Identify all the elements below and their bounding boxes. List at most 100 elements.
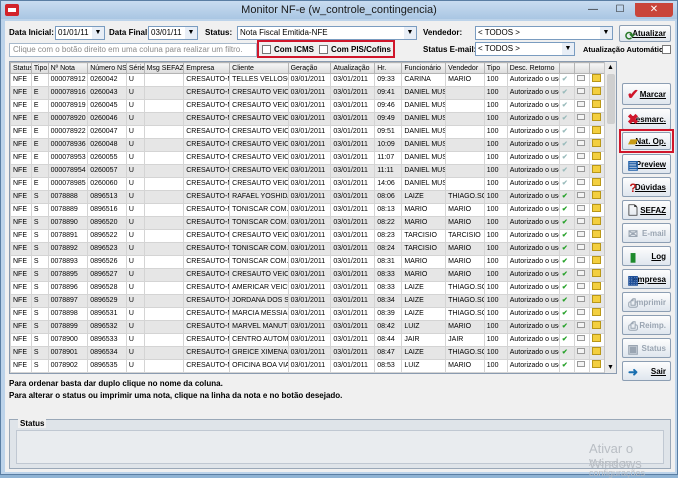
desmarcar-button[interactable]: ✖ Desmarc.	[622, 108, 671, 130]
check-icon[interactable]: ✔	[558, 203, 575, 217]
check-icon[interactable]: ✔	[558, 138, 575, 152]
status-button[interactable]: ▣ Status	[622, 338, 671, 358]
sair-button[interactable]: ➜ Sair	[622, 361, 671, 381]
table-row[interactable]: NFE S 0078891 0896522 U CRESAUTO-M CRESAUTO VE…	[10, 229, 606, 243]
preview-mini-icon[interactable]	[573, 320, 591, 334]
data-inicial-input[interactable]: 01/01/11 ▼	[55, 26, 105, 40]
column-header[interactable]: Empresa	[183, 62, 231, 74]
close-button[interactable]: ✕	[635, 3, 673, 17]
check-icon[interactable]: ✔	[558, 112, 575, 126]
check-icon[interactable]: ✔	[558, 372, 575, 373]
check-icon[interactable]: ✔	[558, 99, 575, 113]
scroll-thumb[interactable]	[607, 74, 615, 124]
table-row[interactable]: NFE S 0078896 0896528 U CRESAUTO-M AMERICAR VE…	[10, 281, 606, 295]
check-icon[interactable]: ✔	[558, 73, 575, 87]
table-row[interactable]: NFE E 000078985 0260060 U CRESAUTO-M CRESAUTO …	[10, 177, 606, 191]
preview-mini-icon[interactable]	[573, 151, 591, 165]
check-icon[interactable]: ✔	[558, 359, 575, 373]
preview-mini-icon[interactable]	[573, 346, 591, 360]
column-header[interactable]: Desc. Retorno	[506, 62, 560, 74]
column-header[interactable]: Atualização	[330, 62, 376, 74]
status-select[interactable]: Nota Fiscal Emitida-NFE ▼	[237, 26, 417, 40]
check-icon[interactable]: ✔	[558, 151, 575, 165]
table-row[interactable]: NFE S 0078900 0896533 U CRESAUTO-M CENTRO AUTO…	[10, 333, 606, 347]
preview-mini-icon[interactable]	[573, 86, 591, 100]
table-row[interactable]: NFE E 000078912 0260042 U CRESAUTO-M TELLES VE…	[10, 73, 606, 87]
notes-grid[interactable]: Status Tipo Nº Nota Número NS Série Msg SEFAZ…	[9, 61, 617, 374]
preview-mini-icon[interactable]	[573, 177, 591, 191]
table-row[interactable]: NFE S 0078899 0896532 U CRESAUTO-M MARVEL MANU…	[10, 320, 606, 334]
preview-mini-icon[interactable]	[573, 190, 591, 204]
check-icon[interactable]: ✔	[558, 268, 575, 282]
atualizar-button[interactable]: ⟳ Atualizar	[619, 25, 671, 43]
preview-mini-icon[interactable]	[573, 125, 591, 139]
check-icon[interactable]: ✔	[558, 164, 575, 178]
check-icon[interactable]: ✔	[558, 242, 575, 256]
email-button[interactable]: ✉ E-mail	[622, 223, 671, 243]
table-row[interactable]: NFE S 0078897 0896529 U CRESAUTO-M JORDANA DOS…	[10, 294, 606, 308]
check-icon[interactable]: ✔	[558, 281, 575, 295]
column-header[interactable]: Tipo	[30, 62, 49, 74]
preview-mini-icon[interactable]	[573, 268, 591, 282]
minimize-button[interactable]: —	[581, 3, 605, 17]
preview-mini-icon[interactable]	[573, 138, 591, 152]
duvidas-button[interactable]: ? Dúvidas	[622, 177, 671, 197]
preview-mini-icon[interactable]	[573, 99, 591, 113]
scroll-up-icon[interactable]: ▲	[605, 62, 616, 73]
table-row[interactable]: NFE S 0078890 0896520 U CRESAUTO-M TONISCAR CO…	[10, 216, 606, 230]
check-icon[interactable]: ✔	[558, 216, 575, 230]
preview-button[interactable]: ▤ Preview	[622, 154, 671, 174]
status-email-select[interactable]: < TODOS > ▼	[475, 42, 575, 56]
table-row[interactable]: NFE E 000078922 0260047 U CRESAUTO-M CRESAUTO …	[10, 125, 606, 139]
column-header[interactable]: Número NS	[87, 62, 127, 74]
check-icon[interactable]: ✔	[558, 177, 575, 191]
check-icon[interactable]: ✔	[558, 255, 575, 269]
check-icon[interactable]: ✔	[558, 86, 575, 100]
table-row[interactable]: NFE E 000078953 0260055 U CRESAUTO-M CRESAUTO …	[10, 151, 606, 165]
column-header[interactable]	[558, 62, 575, 74]
table-row[interactable]: NFE E 000078916 0260043 U CRESAUTO-M CRESAUTO …	[10, 86, 606, 100]
column-header[interactable]	[573, 62, 591, 74]
reimp-button[interactable]: ⎙ Reimp.	[622, 315, 671, 335]
column-header[interactable]: Funcionário	[401, 62, 447, 74]
nat-op-button[interactable]: ▰ Nat. Op.	[622, 132, 671, 150]
preview-mini-icon[interactable]	[573, 203, 591, 217]
table-row[interactable]: NFE S 0078889 0896516 U CRESAUTO-M TONISCAR CO…	[10, 203, 606, 217]
column-header[interactable]: Geração	[287, 62, 332, 74]
check-icon[interactable]: ✔	[558, 333, 575, 347]
check-icon[interactable]: ✔	[558, 229, 575, 243]
table-row[interactable]: NFE E 000078936 0260048 U CRESAUTO-M CRESAUTO …	[10, 138, 606, 152]
column-header[interactable]: Msg SEFAZ	[143, 62, 185, 74]
column-header[interactable]: Vendedor	[445, 62, 485, 74]
table-row[interactable]: NFE S 0078898 0896531 U CRESAUTO-M MARCIA MESS…	[10, 307, 606, 321]
preview-mini-icon[interactable]	[573, 372, 591, 373]
log-button[interactable]: ▮ Log	[622, 246, 671, 266]
atualizacao-automatica-checkbox[interactable]	[662, 45, 671, 54]
check-icon[interactable]: ✔	[558, 294, 575, 308]
preview-mini-icon[interactable]	[573, 294, 591, 308]
column-header[interactable]: Hr.	[374, 62, 403, 74]
preview-mini-icon[interactable]	[573, 112, 591, 126]
preview-mini-icon[interactable]	[573, 359, 591, 373]
vendedor-select[interactable]: < TODOS > ▼	[475, 26, 613, 40]
check-icon[interactable]: ✔	[558, 346, 575, 360]
data-final-input[interactable]: 03/01/11 ▼	[148, 26, 198, 40]
table-row[interactable]: NFE S 0078892 0896523 U CRESAUTO-M TONISCAR CO…	[10, 242, 606, 256]
table-row[interactable]: NFE E 000078919 0260045 U CRESAUTO-M CRESAUTO …	[10, 99, 606, 113]
table-row[interactable]: NFE E 000078920 0260046 U CRESAUTO-M CRESAUTO …	[10, 112, 606, 126]
grid-scrollbar[interactable]: ▲ ▼	[604, 62, 616, 373]
table-row[interactable]: NFES00789030896536U CRESAUTO-MADONIO OLIV…	[10, 372, 606, 373]
check-icon[interactable]: ✔	[558, 307, 575, 321]
table-row[interactable]: NFE S 0078901 0896534 U CRESAUTO-M GREICE XIME…	[10, 346, 606, 360]
table-row[interactable]: NFE S 0078895 0896527 U CRESAUTO-M CRESAUTO VE…	[10, 268, 606, 282]
column-header[interactable]: Nº Nota	[47, 62, 89, 74]
table-row[interactable]: NFE S 0078888 0896513 U CRESAUTO-M RAFAEL YOSH…	[10, 190, 606, 204]
preview-mini-icon[interactable]	[573, 333, 591, 347]
table-row[interactable]: NFE S 0078902 0896535 U CRESAUTO-M OFICINA BOA…	[10, 359, 606, 373]
com-icms-checkbox[interactable]: Com ICMS	[262, 45, 314, 54]
scroll-down-icon[interactable]: ▼	[605, 362, 616, 373]
preview-mini-icon[interactable]	[573, 216, 591, 230]
column-header[interactable]: Cliente	[229, 62, 289, 74]
preview-mini-icon[interactable]	[573, 229, 591, 243]
imprimir-button[interactable]: ⎙ Imprimir	[622, 292, 671, 312]
